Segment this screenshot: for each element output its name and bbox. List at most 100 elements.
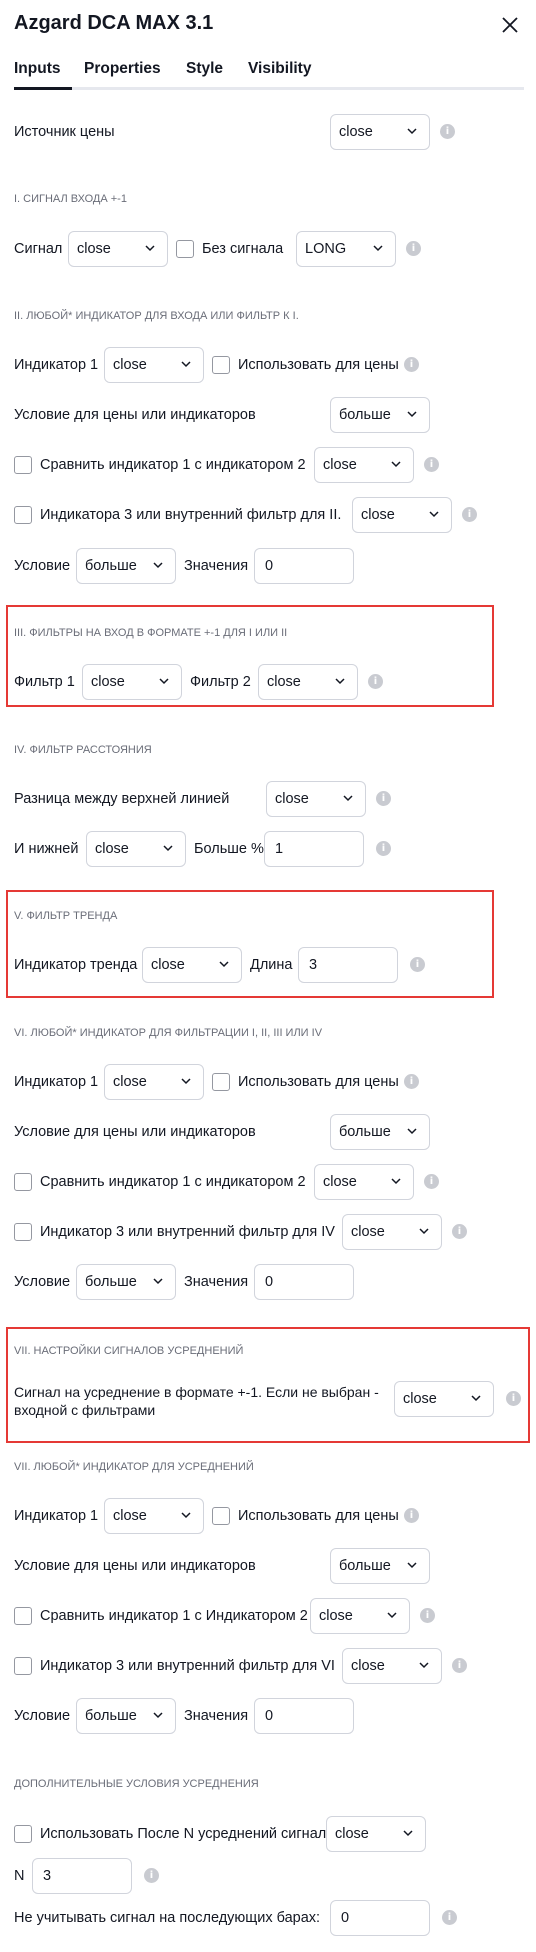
condition-select[interactable]: больше xyxy=(76,1698,176,1734)
filter2-select[interactable]: close xyxy=(258,664,358,700)
tab-visibility[interactable]: Visibility xyxy=(248,60,311,78)
info-icon[interactable]: i xyxy=(452,1658,467,1673)
use-for-price-label: Использовать для цены xyxy=(238,1508,399,1524)
compare-checkbox[interactable] xyxy=(14,1607,32,1625)
close-icon[interactable] xyxy=(497,12,523,38)
trend-indicator-label: Индикатор тренда xyxy=(14,957,138,973)
select-value: close xyxy=(95,841,129,857)
info-icon[interactable]: i xyxy=(404,1074,419,1089)
info-icon[interactable]: i xyxy=(424,1174,439,1189)
condition-label: Условие xyxy=(14,1274,71,1290)
chevron-down-icon xyxy=(181,1512,191,1519)
condition-price-label: Условие для цены или индикаторов xyxy=(14,1124,256,1140)
chevron-down-icon xyxy=(181,1078,191,1085)
signal-select[interactable]: close xyxy=(68,231,168,267)
more-percent-input[interactable]: 1 xyxy=(264,831,364,867)
info-icon[interactable]: i xyxy=(368,674,383,689)
select-value: close xyxy=(335,1826,369,1842)
section-header-4: IV. ФИЛЬТР РАССТОЯНИЯ xyxy=(14,744,152,756)
ignore-bars-input[interactable]: 0 xyxy=(330,1900,430,1936)
select-value: close xyxy=(113,1074,147,1090)
indicator3-select[interactable]: close xyxy=(342,1214,442,1250)
chevron-down-icon xyxy=(407,411,417,418)
info-icon[interactable]: i xyxy=(404,1508,419,1523)
condition-select[interactable]: больше xyxy=(76,548,176,584)
condition-select[interactable]: больше xyxy=(76,1264,176,1300)
values-input[interactable]: 0 xyxy=(254,1698,354,1734)
compare-checkbox[interactable] xyxy=(14,456,32,474)
use-for-price-checkbox[interactable] xyxy=(212,1507,230,1525)
chevron-down-icon xyxy=(471,1395,481,1402)
indicator1-label: Индикатор 1 xyxy=(14,357,99,373)
values-input[interactable]: 0 xyxy=(254,1264,354,1300)
use-after-n-select[interactable]: close xyxy=(326,1816,426,1852)
indicator3-checkbox[interactable] xyxy=(14,1223,32,1241)
compare-checkbox[interactable] xyxy=(14,1173,32,1191)
select-value: close xyxy=(351,1224,385,1240)
info-icon[interactable]: i xyxy=(442,1910,457,1925)
use-for-price-label: Использовать для цены xyxy=(238,357,399,373)
filter1-select[interactable]: close xyxy=(82,664,182,700)
indicator3-checkbox[interactable] xyxy=(14,506,32,524)
filter1-label: Фильтр 1 xyxy=(14,674,75,690)
condition-label: Условие xyxy=(14,558,71,574)
use-after-n-checkbox[interactable] xyxy=(14,1825,32,1843)
info-icon[interactable]: i xyxy=(410,957,425,972)
use-for-price-checkbox[interactable] xyxy=(212,1073,230,1091)
difference-select[interactable]: close xyxy=(266,781,366,817)
price-source-select[interactable]: close xyxy=(330,114,430,150)
select-value: LONG xyxy=(305,241,347,257)
direction-select[interactable]: LONG xyxy=(296,231,396,267)
select-value: close xyxy=(267,674,301,690)
info-icon[interactable]: i xyxy=(376,791,391,806)
filter2-label: Фильтр 2 xyxy=(190,674,251,690)
chevron-down-icon xyxy=(407,1128,417,1135)
indicator1-select[interactable]: close xyxy=(104,347,204,383)
length-input[interactable]: 3 xyxy=(298,947,398,983)
select-value: close xyxy=(151,957,185,973)
info-icon[interactable]: i xyxy=(420,1608,435,1623)
tab-inputs[interactable]: Inputs xyxy=(14,60,61,78)
indicator1-select[interactable]: close xyxy=(104,1064,204,1100)
compare-select[interactable]: close xyxy=(314,447,414,483)
use-after-n-label: Использовать После N усреднений сигнал xyxy=(40,1826,327,1842)
info-icon[interactable]: i xyxy=(144,1868,159,1883)
chevron-down-icon xyxy=(407,1562,417,1569)
tab-style[interactable]: Style xyxy=(186,60,223,78)
indicator3-select[interactable]: close xyxy=(352,497,452,533)
info-icon[interactable]: i xyxy=(406,241,421,256)
info-icon[interactable]: i xyxy=(452,1224,467,1239)
info-icon[interactable]: i xyxy=(376,841,391,856)
compare-select[interactable]: close xyxy=(314,1164,414,1200)
lower-select[interactable]: close xyxy=(86,831,186,867)
values-input[interactable]: 0 xyxy=(254,548,354,584)
compare-select[interactable]: close xyxy=(310,1598,410,1634)
condition-price-select[interactable]: больше xyxy=(330,1548,430,1584)
select-value: больше xyxy=(85,1708,137,1724)
n-input[interactable]: 3 xyxy=(32,1858,132,1894)
ignore-bars-label: Не учитывать сигнал на последующих барах… xyxy=(14,1910,321,1926)
info-icon[interactable]: i xyxy=(462,507,477,522)
info-icon[interactable]: i xyxy=(404,357,419,372)
use-for-price-label: Использовать для цены xyxy=(238,1074,399,1090)
condition-price-select[interactable]: больше xyxy=(330,397,430,433)
difference-label: Разница между верхней линией xyxy=(14,791,230,807)
no-signal-checkbox[interactable] xyxy=(176,240,194,258)
select-value: close xyxy=(339,124,373,140)
info-icon[interactable]: i xyxy=(424,457,439,472)
chevron-down-icon xyxy=(429,511,439,518)
info-icon[interactable]: i xyxy=(506,1391,521,1406)
condition-price-select[interactable]: больше xyxy=(330,1114,430,1150)
indicator1-select[interactable]: close xyxy=(104,1498,204,1534)
tab-properties[interactable]: Properties xyxy=(84,60,161,78)
indicator3-checkbox[interactable] xyxy=(14,1657,32,1675)
indicator3-select[interactable]: close xyxy=(342,1648,442,1684)
section-header-1: I. СИГНАЛ ВХОДА +-1 xyxy=(14,193,127,205)
trend-indicator-select[interactable]: close xyxy=(142,947,242,983)
averaging-signal-select[interactable]: close xyxy=(394,1381,494,1417)
info-icon[interactable]: i xyxy=(440,124,455,139)
select-value: close xyxy=(319,1608,353,1624)
chevron-down-icon xyxy=(145,245,155,252)
chevron-down-icon xyxy=(373,245,383,252)
use-for-price-checkbox[interactable] xyxy=(212,356,230,374)
